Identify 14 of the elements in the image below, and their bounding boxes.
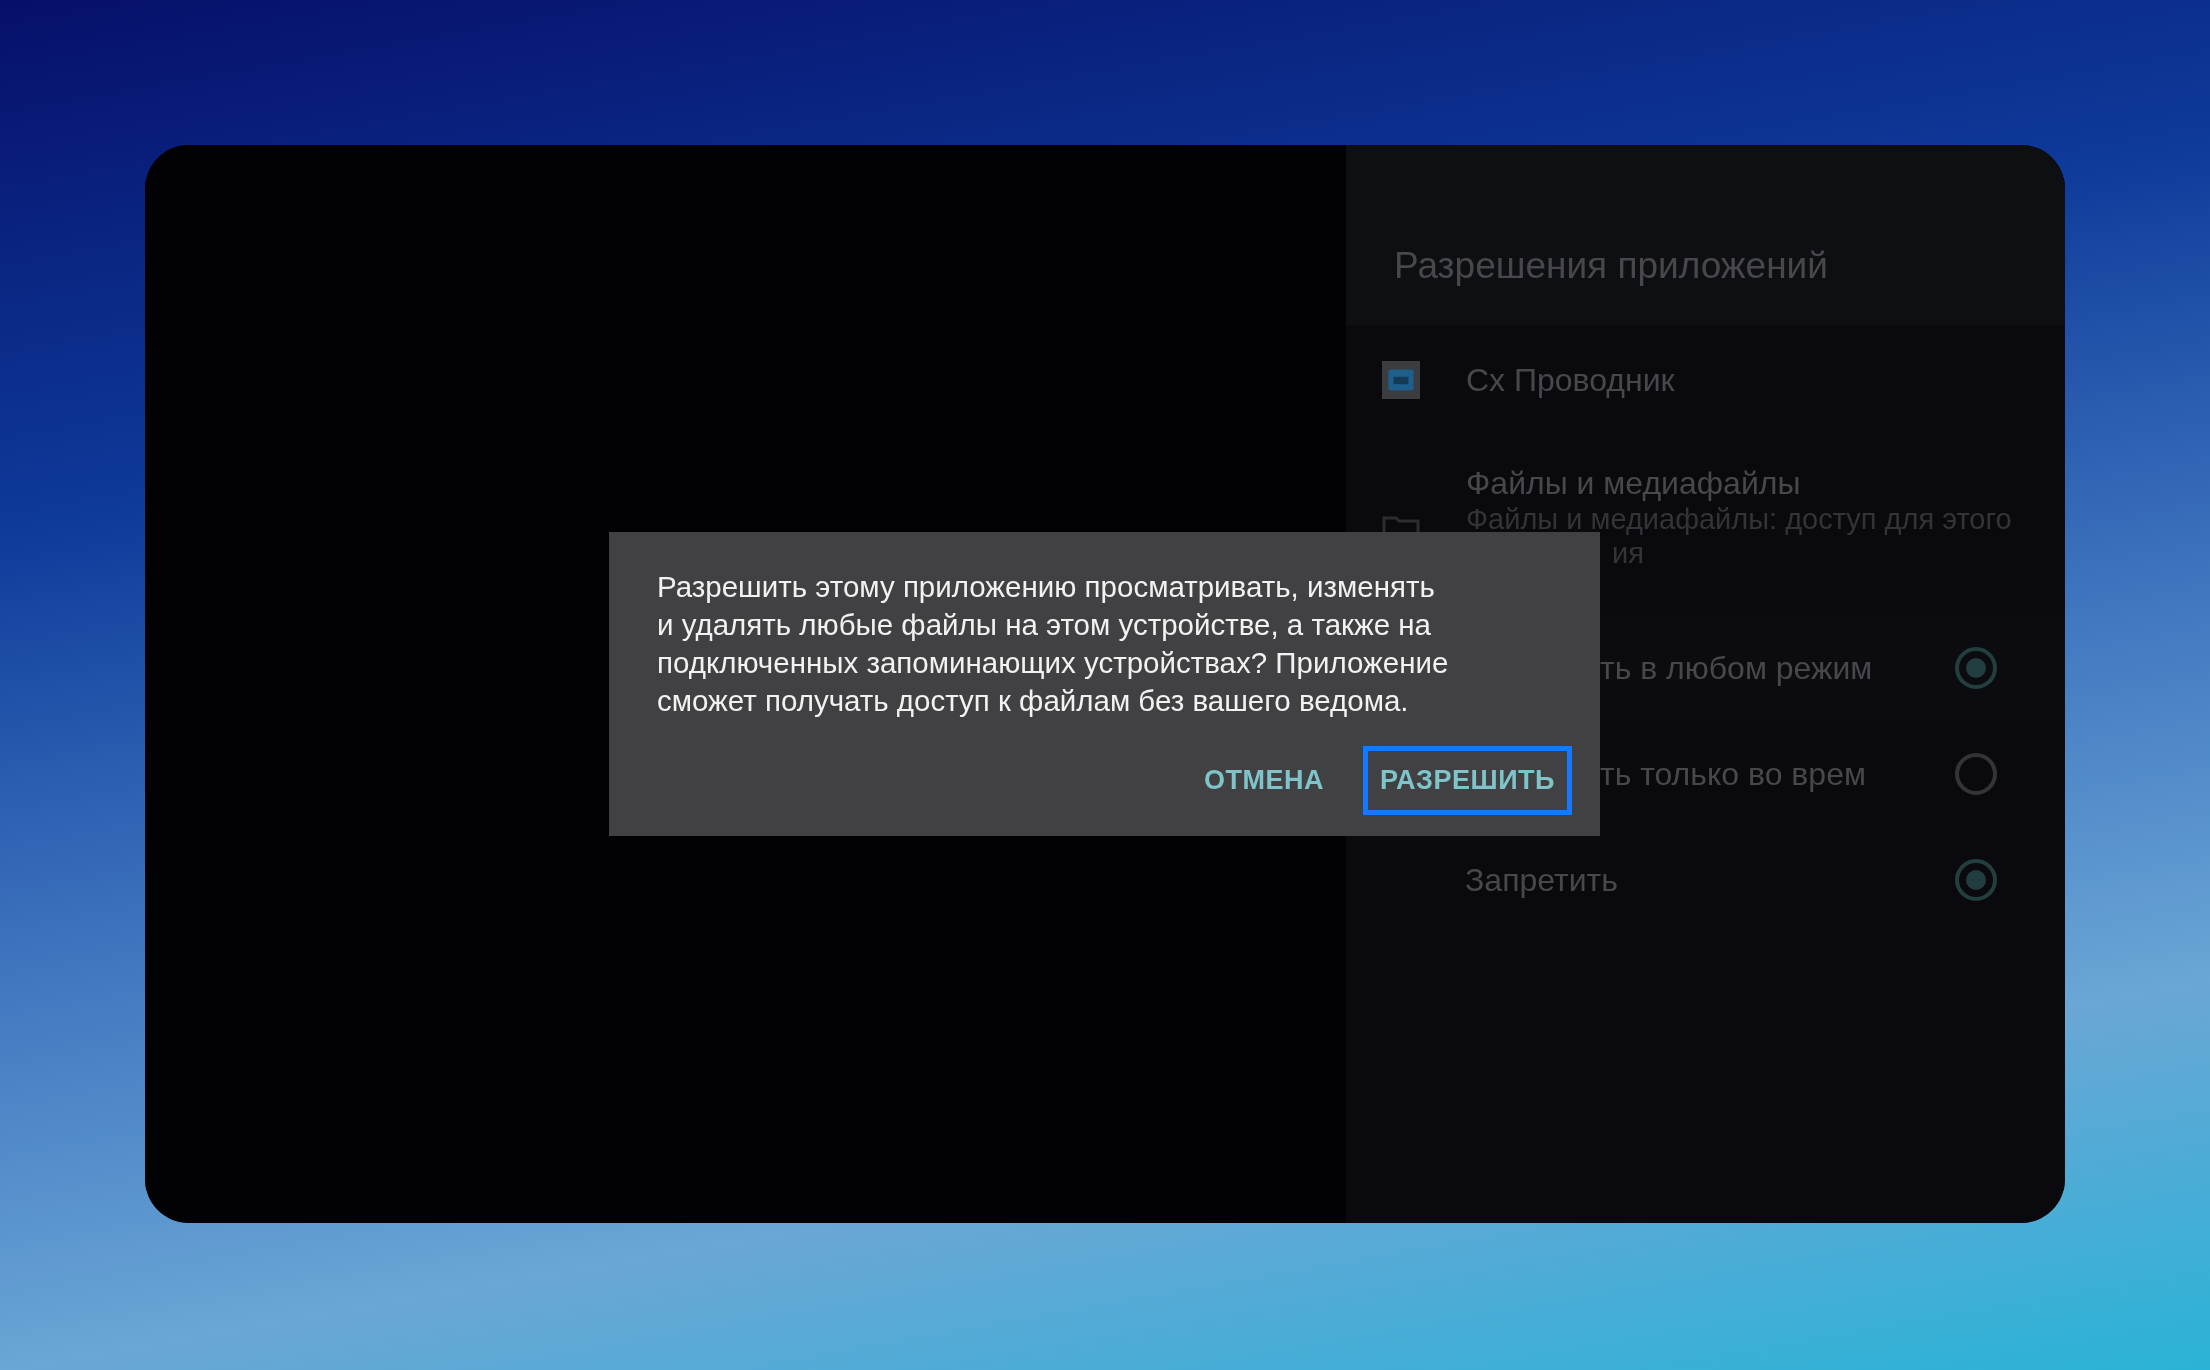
- radio-button[interactable]: [1955, 647, 1997, 689]
- folder-icon: [1382, 515, 1420, 535]
- dialog-button[interactable]: РАЗРЕШИТЬ: [1363, 746, 1572, 815]
- panel-title: Разрешения приложений: [1394, 245, 1828, 287]
- app-name: Cx Проводник: [1466, 361, 1675, 399]
- option-label[interactable]: ть только во врем: [1600, 755, 1866, 793]
- dialog-button[interactable]: ОТМЕНА: [1187, 746, 1341, 815]
- radio-button[interactable]: [1955, 753, 1997, 795]
- dialog-message: Разрешить этому приложению просматривать, изменять и удалять любые файлы на этом устройстве, а также на подключенных запоминающих устройствах? Приложение сможет получать доступ к файлам без вашего ведома.: [657, 569, 1449, 719]
- permission-title: Файлы и медиафайлы: [1466, 465, 1802, 502]
- option-label[interactable]: ть в любом режим: [1600, 649, 1873, 687]
- folder-app-icon: [1382, 361, 1420, 399]
- radio-button[interactable]: [1955, 859, 1997, 901]
- option-label[interactable]: Запретить: [1465, 861, 1618, 899]
